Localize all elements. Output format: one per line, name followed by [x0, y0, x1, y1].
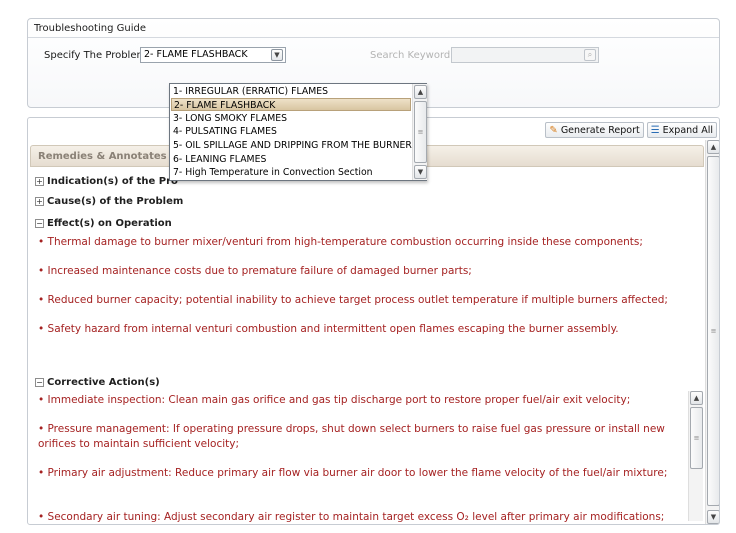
corrective-scrollbar[interactable]: ▲ ≡ — [688, 391, 703, 521]
group-causes[interactable]: + Cause(s) of the Problem — [35, 196, 183, 207]
dropdown-option[interactable]: 1- IRREGULAR (ERRATIC) FLAMES — [171, 85, 411, 98]
collapse-icon[interactable]: − — [35, 378, 44, 387]
expand-icon: ☰ — [650, 125, 660, 136]
group-indications[interactable]: + Indication(s) of the Pro — [35, 176, 178, 187]
problem-select-value: 2- FLAME FLASHBACK — [144, 49, 248, 60]
group-indications-title: Indication(s) of the Pro — [47, 176, 178, 187]
scroll-thumb[interactable]: ≡ — [414, 101, 427, 163]
collapse-icon[interactable]: − — [35, 219, 44, 228]
group-corrective-title: Corrective Action(s) — [47, 377, 160, 388]
effect-item: • Increased maintenance costs due to pre… — [38, 265, 472, 277]
scroll-thumb[interactable]: ≡ — [707, 156, 719, 506]
divider — [28, 37, 719, 38]
problem-select[interactable]: 2- FLAME FLASHBACK ▼ — [140, 47, 286, 63]
group-effects[interactable]: − Effect(s) on Operation — [35, 218, 172, 229]
search-keyword-input[interactable]: ⌕ — [451, 47, 599, 63]
dropdown-scrollbar[interactable]: ▲ ≡ ▼ — [412, 84, 427, 180]
remedies-content: + Indication(s) of the Pro + Cause(s) of… — [35, 172, 703, 524]
search-icon[interactable]: ⌕ — [584, 49, 596, 61]
expand-all-button[interactable]: ☰ Expand All — [646, 122, 717, 138]
scroll-up-icon[interactable]: ▲ — [690, 391, 703, 405]
dropdown-option[interactable]: 5- OIL SPILLAGE AND DRIPPING FROM THE BU… — [171, 139, 418, 152]
group-corrective[interactable]: − Corrective Action(s) — [35, 377, 160, 388]
expand-all-label: Expand All — [662, 125, 713, 136]
problem-label: Specify The Problem — [44, 50, 147, 61]
effect-item: • Thermal damage to burner mixer/venturi… — [38, 236, 643, 248]
section-title: Remedies & Annotates — [38, 151, 167, 162]
scroll-up-icon[interactable]: ▲ — [707, 140, 719, 154]
scroll-down-icon[interactable]: ▼ — [707, 510, 719, 524]
generate-report-button[interactable]: ✎ Generate Report — [545, 122, 644, 138]
dropdown-option[interactable]: 3- LONG SMOKY FLAMES — [171, 112, 411, 125]
dropdown-option-selected[interactable]: 2- FLAME FLASHBACK — [171, 98, 411, 111]
scroll-thumb[interactable]: ≡ — [690, 407, 703, 469]
corrective-item: • Primary air adjustment: Reduce primary… — [38, 467, 668, 479]
scroll-up-icon[interactable]: ▲ — [414, 85, 427, 99]
main-scrollbar[interactable]: ▲ ≡ ▼ — [705, 140, 719, 524]
chevron-down-icon[interactable]: ▼ — [271, 49, 283, 61]
corrective-item: • Pressure management: If operating pres… — [38, 423, 665, 450]
corrective-item: • Secondary air tuning: Adjust secondary… — [38, 511, 665, 523]
report-icon: ✎ — [549, 125, 558, 136]
effect-item: • Reduced burner capacity; potential ina… — [38, 294, 668, 306]
expand-icon[interactable]: + — [35, 197, 44, 206]
problem-dropdown-list[interactable]: 1- IRREGULAR (ERRATIC) FLAMES 2- FLAME F… — [169, 83, 427, 181]
search-keyword-label: Search Keyword — [370, 50, 451, 61]
dropdown-option[interactable]: 7- High Temperature in Convection Sectio… — [171, 166, 411, 179]
corrective-item: • Immediate inspection: Clean main gas o… — [38, 394, 631, 406]
group-causes-title: Cause(s) of the Problem — [47, 196, 184, 207]
toolbar: ✎ Generate Report ☰ Expand All — [545, 122, 717, 138]
generate-report-label: Generate Report — [560, 125, 640, 136]
dropdown-option[interactable]: 4- PULSATING FLAMES — [171, 125, 411, 138]
scroll-down-icon[interactable]: ▼ — [414, 165, 427, 179]
dropdown-option[interactable]: 6- LEANING FLAMES — [171, 153, 411, 166]
expand-icon[interactable]: + — [35, 177, 44, 186]
effect-item: • Safety hazard from internal venturi co… — [38, 323, 619, 335]
group-effects-title: Effect(s) on Operation — [47, 218, 172, 229]
panel-title: Troubleshooting Guide — [34, 23, 146, 34]
